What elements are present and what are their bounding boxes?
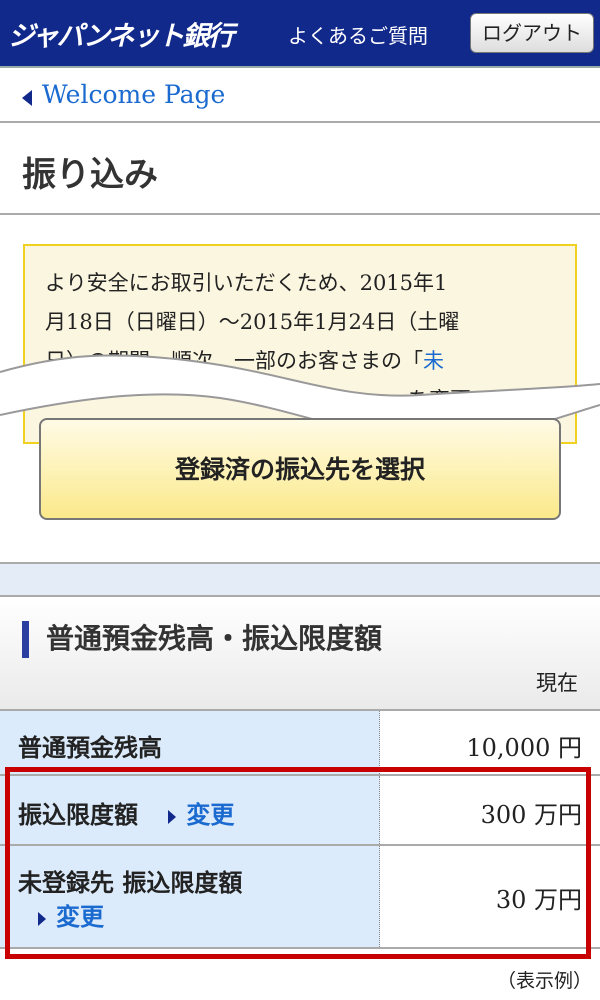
section-marker [22,621,29,658]
row-value: 10,000 円 [466,734,582,762]
logout-button[interactable]: ログアウト [470,13,594,53]
welcome-page-link[interactable]: Welcome Page [42,80,225,109]
as-of-label: 現在 [536,671,578,695]
divider-band [0,562,600,597]
back-nav: Welcome Page [0,68,600,123]
caption: （表示例） [496,970,592,992]
page-title: 振り込み [22,155,158,195]
back-arrow-icon [22,90,32,106]
highlight-box [5,767,591,959]
page-title-bar: 振り込み [0,123,600,215]
header: ジャパンネット銀行 よくあるご質問 ログアウト [0,0,600,68]
faq-link[interactable]: よくあるご質問 [288,20,428,49]
notice-line: より安全にお取引いただくため、2015年1 [45,271,448,295]
section-header: 普通預金残高・振込限度額 現在 [0,597,600,711]
row-label: 普通預金残高 [18,733,162,762]
bank-logo[interactable]: ジャパンネット銀行 [8,14,234,53]
select-registered-payee-button[interactable]: 登録済の振込先を選択 [39,418,561,520]
notice-line: 月18日（日曜日）〜2015年1月24日（土曜 [45,310,460,334]
section-title: 普通預金残高・振込限度額 [46,622,383,655]
